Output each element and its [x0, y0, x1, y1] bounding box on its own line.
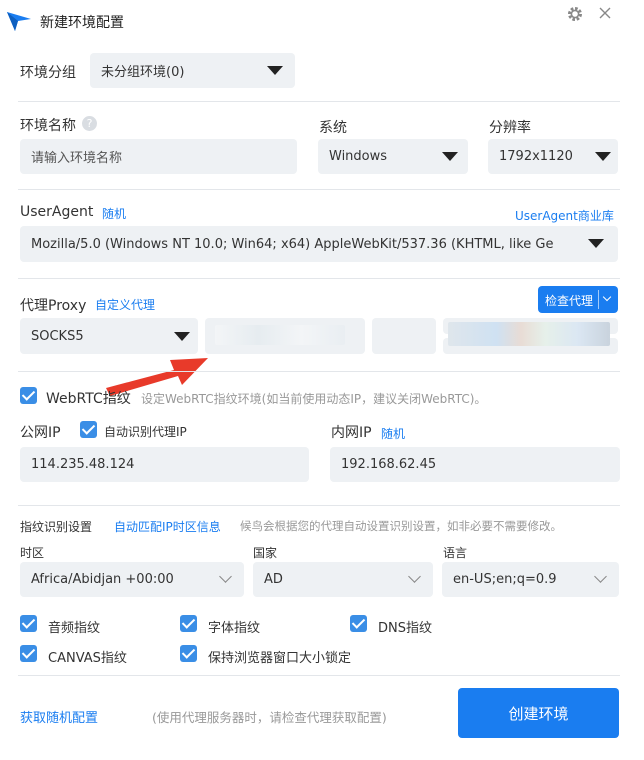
proxy-port-input[interactable]: [372, 318, 436, 354]
country-label: 国家: [253, 546, 278, 560]
gear-icon[interactable]: [566, 5, 584, 23]
check-proxy-button[interactable]: 检查代理: [538, 286, 618, 313]
dns-fingerprint-label: DNS指纹: [378, 621, 432, 636]
timezone-select[interactable]: Africa/Abidjan +00:00: [20, 562, 244, 597]
webrtc-hint: 设定WebRTC指纹环境(如当前使用动态IP，建议关闭WebRTC)。: [141, 392, 487, 406]
internal-ip-random-link[interactable]: 随机: [381, 425, 405, 442]
canvas-fingerprint-checkbox[interactable]: [20, 645, 37, 662]
divider: [18, 675, 620, 676]
random-config-link[interactable]: 获取随机配置: [20, 707, 98, 726]
divider: [598, 290, 599, 309]
divider: [18, 371, 620, 372]
divider: [18, 278, 620, 279]
check-proxy-button-label: 检查代理: [545, 294, 594, 308]
chevron-down-icon: [594, 570, 607, 583]
language-value: en-US;en;q=0.9: [453, 572, 557, 587]
group-select[interactable]: 未分组环境(0): [90, 53, 295, 88]
system-select-value: Windows: [329, 149, 388, 164]
resolution-select[interactable]: 1792x1120: [488, 139, 618, 174]
chevron-down-icon: [408, 570, 421, 583]
public-ip-label: 公网IP: [20, 425, 61, 441]
redacted-area: [215, 325, 345, 345]
chevron-down-icon: [442, 152, 458, 161]
create-environment-button-label: 创建环境: [508, 704, 569, 723]
canvas-fingerprint-label: CANVAS指纹: [48, 651, 127, 666]
auto-detect-ip-checkbox[interactable]: [80, 421, 97, 438]
proxy-custom-link[interactable]: 自定义代理: [95, 296, 155, 313]
chevron-down-icon: [219, 570, 232, 583]
useragent-label: UserAgent: [20, 204, 94, 220]
useragent-select[interactable]: Mozilla/5.0 (Windows NT 10.0; Win64; x64…: [20, 226, 618, 262]
useragent-select-value: Mozilla/5.0 (Windows NT 10.0; Win64; x64…: [31, 236, 554, 252]
internal-ip-label: 内网IP: [331, 425, 372, 441]
proxy-type-value: SOCKS5: [31, 328, 84, 344]
fingerprint-auto-link[interactable]: 自动匹配IP时区信息: [114, 518, 221, 535]
public-ip-input[interactable]: 114.235.48.124: [20, 447, 309, 482]
useragent-library-link[interactable]: UserAgent商业库: [515, 207, 614, 224]
system-label: 系统: [319, 120, 347, 136]
timezone-value: Africa/Abidjan +00:00: [31, 572, 174, 587]
close-icon[interactable]: [599, 7, 611, 19]
app-logo-icon: [6, 10, 32, 32]
font-fingerprint-label: 字体指纹: [208, 621, 261, 636]
language-select[interactable]: en-US;en;q=0.9: [442, 562, 619, 597]
country-select[interactable]: AD: [253, 562, 433, 597]
fingerprint-hint: 候鸟会根据您的代理自动设置识别设置，如非必要不需要修改。: [240, 519, 562, 533]
env-name-label: 环境名称: [20, 118, 76, 134]
auto-detect-ip-label: 自动识别代理IP: [104, 425, 187, 439]
webrtc-label: WebRTC指纹: [46, 391, 131, 407]
chevron-down-icon: [267, 66, 283, 75]
internal-ip-input[interactable]: 192.168.62.45: [330, 447, 620, 482]
chevron-down-icon: [588, 239, 604, 248]
webrtc-checkbox[interactable]: [20, 387, 37, 404]
help-icon[interactable]: ?: [82, 116, 97, 131]
divider: [18, 189, 620, 190]
dns-fingerprint-checkbox[interactable]: [350, 615, 367, 632]
group-select-value: 未分组环境(0): [101, 65, 185, 80]
fingerprint-label: 指纹识别设置: [20, 520, 93, 534]
timezone-label: 时区: [20, 546, 45, 560]
divider: [18, 101, 620, 102]
language-label: 语言: [443, 546, 468, 560]
public-ip-value: 114.235.48.124: [31, 457, 135, 472]
useragent-random-link[interactable]: 随机: [102, 205, 126, 222]
proxy-label: 代理Proxy: [20, 298, 87, 314]
country-value: AD: [264, 572, 283, 587]
env-name-placeholder: 请输入环境名称: [31, 151, 123, 166]
resolution-select-value: 1792x1120: [499, 149, 573, 164]
system-select[interactable]: Windows: [318, 139, 468, 174]
footer-note: (使用代理服务器时，请检查代理获取配置): [152, 710, 387, 725]
chevron-down-icon: [595, 152, 611, 161]
divider: [18, 505, 620, 506]
redacted-area: [448, 322, 610, 346]
font-fingerprint-checkbox[interactable]: [180, 615, 197, 632]
audio-fingerprint-checkbox[interactable]: [20, 615, 37, 632]
lock-window-size-checkbox[interactable]: [180, 645, 197, 662]
env-name-input[interactable]: 请输入环境名称: [20, 139, 297, 174]
resolution-label: 分辨率: [489, 120, 531, 136]
audio-fingerprint-label: 音频指纹: [48, 621, 101, 636]
create-environment-button[interactable]: 创建环境: [458, 688, 619, 738]
chevron-down-icon[interactable]: [602, 292, 612, 302]
internal-ip-value: 192.168.62.45: [341, 457, 437, 472]
lock-window-size-label: 保持浏览器窗口大小锁定: [208, 651, 352, 666]
group-label: 环境分组: [20, 65, 76, 81]
window-title: 新建环境配置: [40, 15, 124, 31]
